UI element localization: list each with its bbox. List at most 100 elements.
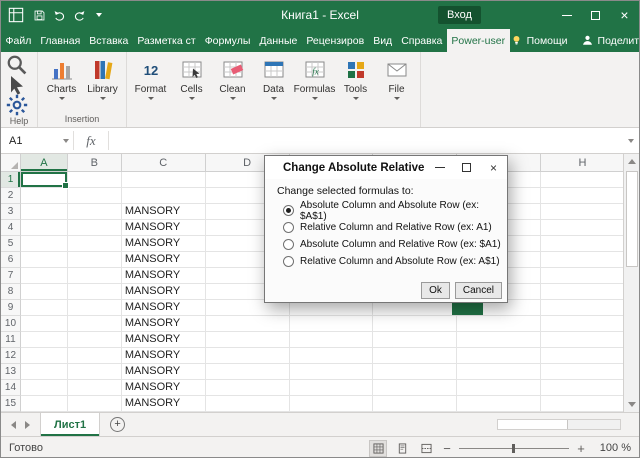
cell-B6[interactable] bbox=[68, 252, 122, 268]
cell-C5[interactable]: MANSORY bbox=[122, 236, 206, 252]
row-header-12[interactable]: 12 bbox=[1, 348, 21, 364]
ribbon-button-library[interactable]: Library bbox=[82, 54, 123, 100]
add-sheet-button[interactable]: + bbox=[110, 417, 125, 432]
cell-B3[interactable] bbox=[68, 204, 122, 220]
zoom-slider[interactable] bbox=[459, 448, 569, 449]
row-header-13[interactable]: 13 bbox=[1, 364, 21, 380]
zoom-level-label[interactable]: 100 % bbox=[593, 442, 631, 454]
cell-C8[interactable]: MANSORY bbox=[122, 284, 206, 300]
cell-G11[interactable] bbox=[457, 332, 541, 348]
row-header-10[interactable]: 10 bbox=[1, 316, 21, 332]
cell-G15[interactable] bbox=[457, 396, 541, 412]
cell-B13[interactable] bbox=[68, 364, 122, 380]
minimize-button[interactable] bbox=[552, 1, 581, 29]
cell-G14[interactable] bbox=[457, 380, 541, 396]
ribbon-tab-данные[interactable]: Данные bbox=[255, 29, 302, 52]
zoom-out-button[interactable]: − bbox=[441, 441, 453, 456]
row-header-9[interactable]: 9 bbox=[1, 300, 21, 316]
cell-H14[interactable] bbox=[541, 380, 625, 396]
cell-E15[interactable] bbox=[290, 396, 374, 412]
zoom-slider-thumb[interactable] bbox=[512, 444, 515, 453]
cell-H8[interactable] bbox=[541, 284, 625, 300]
ribbon-button-cells[interactable]: Cells bbox=[171, 54, 212, 100]
row-header-11[interactable]: 11 bbox=[1, 332, 21, 348]
page-layout-view-button[interactable] bbox=[393, 440, 411, 457]
cell-F12[interactable] bbox=[373, 348, 457, 364]
cell-H5[interactable] bbox=[541, 236, 625, 252]
cell-H6[interactable] bbox=[541, 252, 625, 268]
cell-H1[interactable] bbox=[541, 172, 625, 188]
dialog-option-2[interactable]: Relative Column and Relative Row (ex: A1… bbox=[277, 219, 507, 236]
ribbon-button-gear-icon[interactable] bbox=[8, 96, 26, 114]
ribbon-tab-вид[interactable]: Вид bbox=[369, 29, 397, 52]
cell-H10[interactable] bbox=[541, 316, 625, 332]
cell-C9[interactable]: MANSORY bbox=[122, 300, 206, 316]
row-header-6[interactable]: 6 bbox=[1, 252, 21, 268]
cell-B11[interactable] bbox=[68, 332, 122, 348]
cell-A1[interactable] bbox=[21, 172, 68, 188]
cell-C1[interactable] bbox=[122, 172, 206, 188]
cell-F15[interactable] bbox=[373, 396, 457, 412]
cell-E10[interactable] bbox=[290, 316, 374, 332]
ribbon-tab-вставка[interactable]: Вставка bbox=[85, 29, 133, 52]
row-header-5[interactable]: 5 bbox=[1, 236, 21, 252]
name-box[interactable]: A1 bbox=[1, 128, 73, 153]
cell-F13[interactable] bbox=[373, 364, 457, 380]
cell-A9[interactable] bbox=[21, 300, 68, 316]
horizontal-scrollbar[interactable] bbox=[497, 419, 621, 430]
column-header-C[interactable]: C bbox=[122, 154, 206, 172]
ribbon-tab-power-user[interactable]: Power-user bbox=[447, 29, 510, 52]
dialog-option-3[interactable]: Absolute Column and Relative Row (ex: $A… bbox=[277, 236, 507, 253]
cell-H12[interactable] bbox=[541, 348, 625, 364]
cell-H9[interactable] bbox=[541, 300, 625, 316]
cell-B14[interactable] bbox=[68, 380, 122, 396]
cell-D14[interactable] bbox=[206, 380, 290, 396]
undo-button[interactable] bbox=[49, 5, 69, 25]
row-header-3[interactable]: 3 bbox=[1, 204, 21, 220]
cell-A6[interactable] bbox=[21, 252, 68, 268]
scroll-down-button[interactable] bbox=[624, 397, 640, 412]
cell-A15[interactable] bbox=[21, 396, 68, 412]
row-header-15[interactable]: 15 bbox=[1, 396, 21, 412]
cell-H11[interactable] bbox=[541, 332, 625, 348]
cell-A14[interactable] bbox=[21, 380, 68, 396]
dialog-close-button[interactable]: × bbox=[480, 156, 507, 179]
cell-H2[interactable] bbox=[541, 188, 625, 204]
previous-sheet-icon[interactable] bbox=[11, 421, 16, 429]
cell-C7[interactable]: MANSORY bbox=[122, 268, 206, 284]
zoom-in-button[interactable]: + bbox=[575, 441, 587, 456]
name-box-dropdown-icon[interactable] bbox=[63, 139, 69, 143]
row-header-8[interactable]: 8 bbox=[1, 284, 21, 300]
excel-app-icon[interactable] bbox=[5, 4, 27, 26]
normal-view-button[interactable] bbox=[369, 440, 387, 457]
horizontal-scrollbar-thumb[interactable] bbox=[498, 420, 568, 429]
cell-C15[interactable]: MANSORY bbox=[122, 396, 206, 412]
cell-C13[interactable]: MANSORY bbox=[122, 364, 206, 380]
scroll-up-button[interactable] bbox=[624, 154, 640, 169]
dialog-minimize-button[interactable] bbox=[426, 156, 453, 179]
ribbon-button-format[interactable]: 12Format bbox=[130, 54, 171, 100]
cell-C2[interactable] bbox=[122, 188, 206, 204]
cell-C12[interactable]: MANSORY bbox=[122, 348, 206, 364]
cell-G10[interactable] bbox=[457, 316, 541, 332]
sheet-tab-лист1[interactable]: Лист1 bbox=[40, 413, 100, 436]
row-header-1[interactable]: 1 bbox=[1, 172, 21, 188]
ribbon-button-file[interactable]: File bbox=[376, 54, 417, 100]
customize-quick-access-button[interactable] bbox=[89, 5, 109, 25]
cell-B1[interactable] bbox=[68, 172, 122, 188]
cell-C3[interactable]: MANSORY bbox=[122, 204, 206, 220]
cell-E13[interactable] bbox=[290, 364, 374, 380]
share-button[interactable]: Поделиться bbox=[581, 34, 640, 47]
column-header-H[interactable]: H bbox=[541, 154, 625, 172]
cell-D13[interactable] bbox=[206, 364, 290, 380]
radio-button-icon[interactable] bbox=[283, 205, 294, 216]
dialog-titlebar[interactable]: Change Absolute Relative × bbox=[265, 156, 507, 179]
ribbon-tab-разметка-ст[interactable]: Разметка ст bbox=[133, 29, 200, 52]
ribbon-button-data[interactable]: Data bbox=[253, 54, 294, 100]
assistant-button[interactable]: Помощи bbox=[510, 34, 568, 47]
expand-formula-bar-button[interactable] bbox=[623, 128, 639, 153]
cell-H4[interactable] bbox=[541, 220, 625, 236]
column-header-A[interactable]: A bbox=[21, 154, 68, 172]
cell-B10[interactable] bbox=[68, 316, 122, 332]
next-sheet-icon[interactable] bbox=[25, 421, 30, 429]
